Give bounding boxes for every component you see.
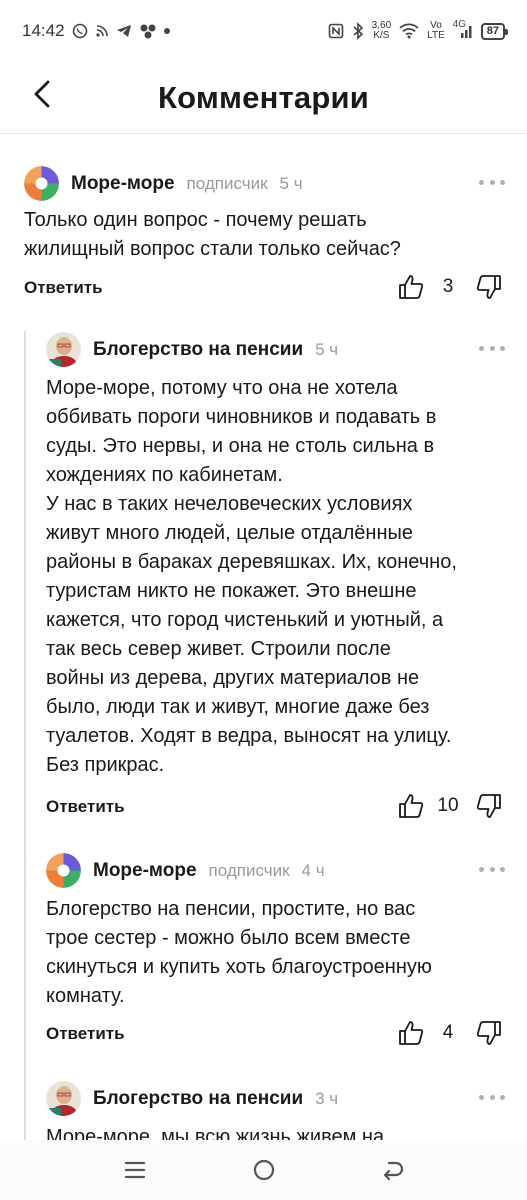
net-speed: 3,60 K/S [372,21,391,41]
comment-header: Море-море подписчик 5 ч [24,166,303,201]
telegram-icon [116,24,132,38]
network-type: 4G [452,19,467,30]
comment-header: Блогерство на пенсии 3 ч [46,1081,338,1116]
status-left: 14:42 [22,21,170,41]
comment-text: Море-море, мы всю жизнь живем на [46,1126,385,1140]
reply-button[interactable]: Ответить [46,1024,125,1044]
page-title: Комментарии [158,79,369,115]
home-circle-icon[interactable] [244,1150,284,1190]
comment-header: Блогерство на пенсии 5 ч [46,332,338,367]
pinwheel-avatar-icon [24,166,59,201]
like-count: 3 [442,276,454,297]
back-arrow-icon[interactable] [373,1150,413,1190]
signal-icon: 4G [453,19,473,39]
photo-avatar-icon [46,332,81,367]
like-count: 10 [437,795,459,816]
pinwheel-avatar-icon [46,853,81,888]
more-options-icon[interactable] [479,341,505,355]
chevron-left-icon [32,79,52,114]
like-count: 4 [442,1022,454,1043]
reply-item: Море-море подписчик 4 ч Блогерство на пе… [0,835,527,1065]
avatar[interactable] [24,166,59,201]
system-nav-bar [0,1140,527,1200]
menu-icon[interactable] [115,1150,155,1190]
notification-dot-icon [163,28,170,34]
wifi-icon [399,23,419,39]
comment-time: 4 ч [301,860,325,880]
apps-cluster-icon [139,23,157,39]
thumbs-up-icon[interactable] [395,790,427,822]
reply-button[interactable]: Ответить [24,278,103,298]
comment-text: Блогерство на пенсии, простите, но вас т… [46,898,432,1007]
subscriber-badge: подписчик [208,860,290,880]
subscriber-badge: подписчик [186,173,268,193]
volte-indicator: Vo LTE [427,21,445,41]
status-time: 14:42 [22,21,65,40]
comment-time: 5 ч [279,173,303,193]
app-header: Комментарии [0,62,527,134]
back-button[interactable] [22,76,62,116]
comment-author[interactable]: Блогерство на пенсии [93,339,303,361]
reply-item: Блогерство на пенсии 3 ч Море-море, мы в… [0,1065,527,1140]
more-options-icon[interactable] [479,175,505,189]
reply-item: Блогерство на пенсии 5 ч Море-море, пото… [0,315,527,835]
reply-button[interactable]: Ответить [46,797,125,817]
status-right: 3,60 K/S Vo LTE 4G 87 [328,19,509,41]
comment-time: 3 ч [315,1088,339,1108]
comment-header: Море-море подписчик 4 ч [46,853,325,888]
comment-actions: 10 [395,790,505,822]
comments-feed[interactable]: Море-море подписчик 5 ч Только один вопр… [0,135,527,1140]
comment-item: Море-море подписчик 5 ч Только один вопр… [0,135,527,315]
comment-author[interactable]: Море-море [71,173,175,195]
photo-avatar-icon [46,1081,81,1116]
whatsapp-icon [72,23,88,39]
avatar[interactable] [46,332,81,367]
thumbs-up-icon[interactable] [395,1017,427,1049]
avatar[interactable] [46,853,81,888]
comment-author[interactable]: Море-море [93,860,197,882]
more-options-icon[interactable] [479,1090,505,1104]
bluetooth-icon [352,22,364,40]
more-options-icon[interactable] [479,862,505,876]
thumbs-down-icon[interactable] [473,271,505,303]
nfc-icon [328,23,344,39]
rss-icon [95,24,109,38]
thumbs-down-icon[interactable] [473,790,505,822]
volte-bottom: LTE [427,30,445,41]
comment-text: Только один вопрос - почему решать жилищ… [24,209,401,260]
comment-text: Море-море, потому что она не хотела обби… [46,377,457,776]
battery-indicator: 87 [480,22,509,40]
avatar[interactable] [46,1081,81,1116]
comment-author[interactable]: Блогерство на пенсии [93,1088,303,1110]
thumbs-up-icon[interactable] [395,271,427,303]
thumbs-down-icon[interactable] [473,1017,505,1049]
net-speed-unit: K/S [373,30,390,41]
comment-actions: 4 [395,1017,505,1049]
comment-time: 5 ч [315,339,339,359]
comment-actions: 3 [395,271,505,303]
status-bar: 14:42 3,60 K/S Vo LTE 4G 87 [0,0,527,62]
